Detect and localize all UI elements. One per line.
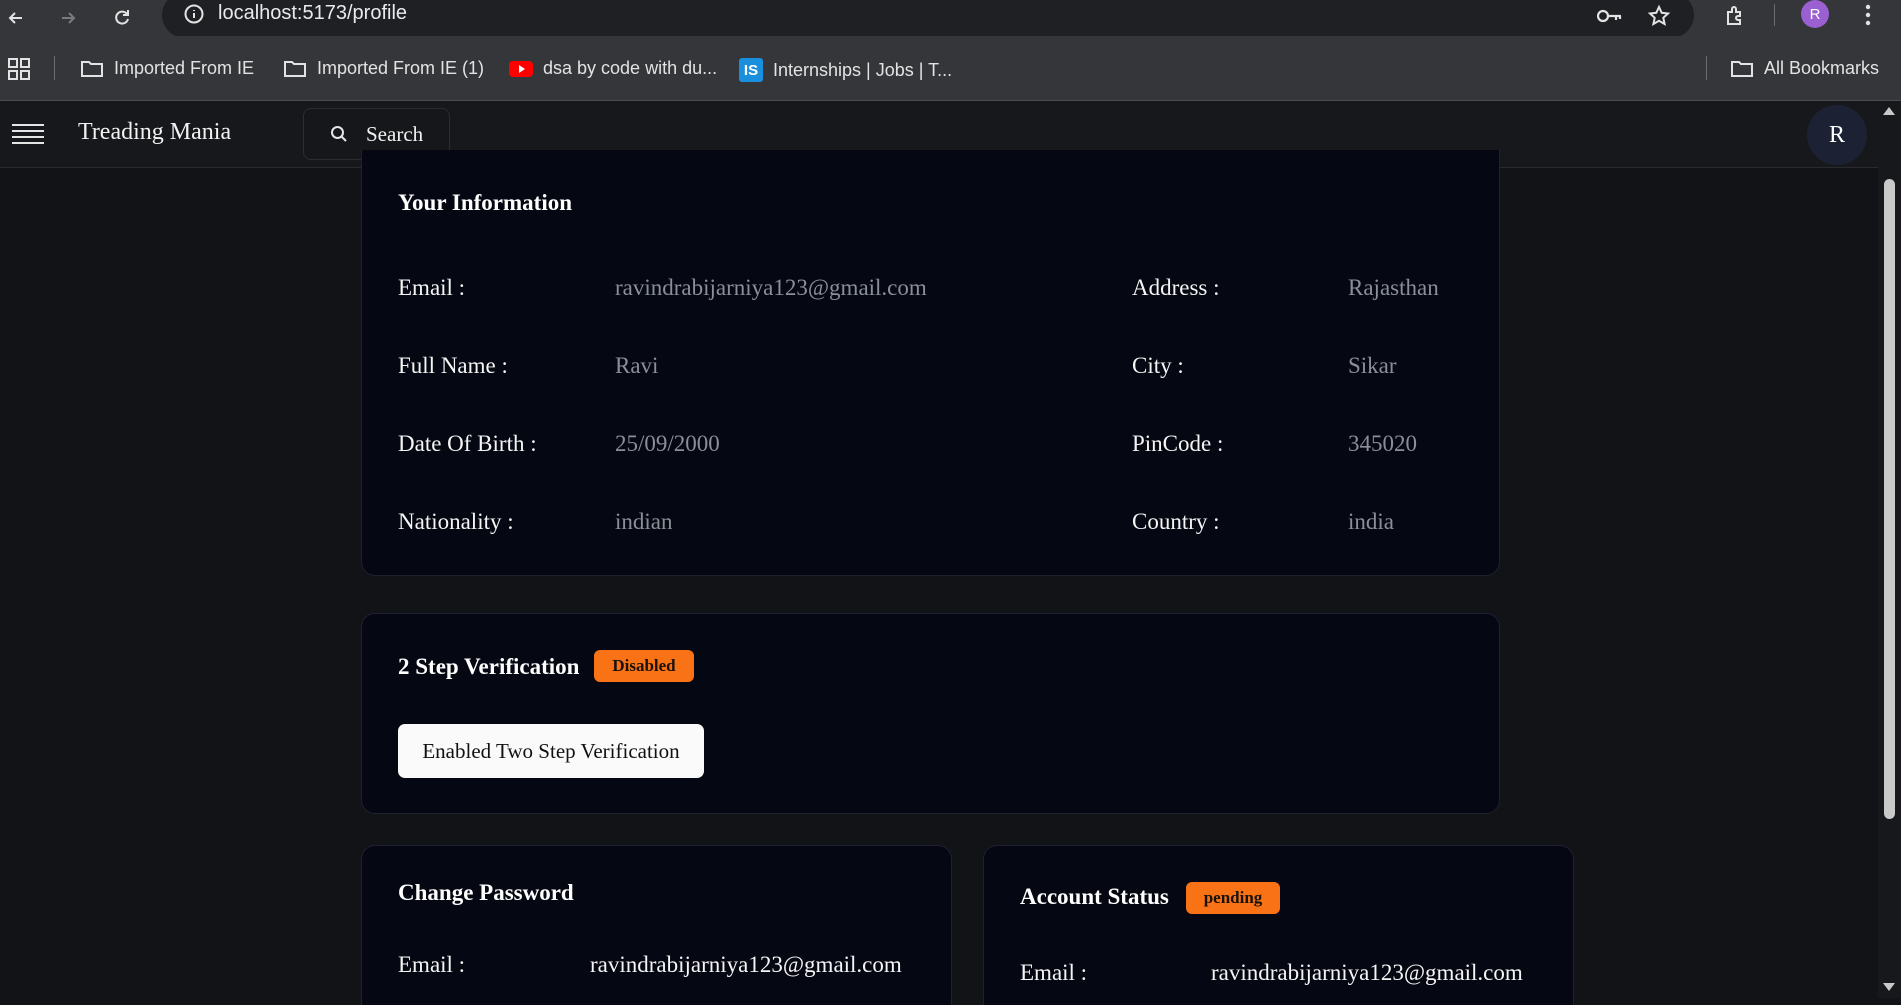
email-value: ravindrabijarniya123@gmail.com [590, 952, 902, 977]
url-text: localhost:5173/profile [218, 2, 408, 24]
folder-icon [81, 60, 103, 77]
hamburger-menu-icon[interactable] [12, 124, 44, 144]
city-value: Sikar [1348, 353, 1397, 378]
email-value: ravindrabijarniya123@gmail.com [1211, 960, 1523, 985]
bookmark-internships[interactable]: IS Internships | Jobs | T... [739, 58, 952, 82]
scroll-up-icon[interactable] [1883, 107, 1895, 115]
bookmark-label: Imported From IE [114, 58, 255, 78]
email-label: Email : [1020, 960, 1088, 985]
apps-grid-icon[interactable] [8, 58, 30, 80]
country-value: india [1348, 509, 1394, 534]
bookmarks-bar: Imported From IE Imported From IE (1) ds… [0, 36, 1901, 101]
change-password-card: Change Password Email : ravindrabijarniy… [361, 845, 952, 1005]
pincode-value: 345020 [1348, 431, 1417, 456]
browser-toolbar: localhost:5173/profile R [0, 0, 1901, 38]
email-label: Email : [398, 952, 466, 977]
key-icon[interactable] [1596, 2, 1624, 30]
youtube-icon [509, 60, 533, 77]
address-value: Rajasthan [1348, 275, 1439, 300]
star-icon[interactable] [1644, 1, 1674, 31]
information-card: Your Information Email : ravindrabijarni… [361, 150, 1500, 576]
browser-profile-avatar[interactable]: R [1801, 0, 1829, 28]
folder-icon [1731, 60, 1753, 77]
change-password-title: Change Password [398, 880, 574, 905]
back-icon[interactable] [2, 4, 30, 32]
information-title: Your Information [398, 190, 573, 215]
all-bookmarks[interactable]: All Bookmarks [1730, 58, 1879, 79]
bookmark-label: Imported From IE (1) [317, 58, 485, 78]
bookmark-imported-ie-1[interactable]: Imported From IE (1) [283, 58, 484, 79]
all-bookmarks-label: All Bookmarks [1764, 58, 1880, 78]
search-label: Search [366, 121, 424, 146]
forward-icon[interactable] [54, 4, 82, 32]
nationality-value: indian [615, 509, 673, 534]
scroll-down-icon[interactable] [1883, 983, 1895, 991]
full-name-label: Full Name : [398, 353, 508, 378]
full-name-value: Ravi [615, 353, 659, 378]
pincode-label: PinCode : [1132, 431, 1224, 456]
search-icon [331, 126, 347, 142]
two-step-title: 2 Step Verification [398, 654, 580, 679]
two-step-card: 2 Step Verification Disabled Enabled Two… [361, 613, 1500, 814]
nationality-label: Nationality : [398, 509, 514, 534]
scroll-thumb[interactable] [1884, 179, 1895, 819]
enable-two-step-button[interactable]: Enabled Two Step Verification [398, 724, 704, 778]
status-badge: Disabled [594, 650, 694, 682]
bookmark-imported-ie[interactable]: Imported From IE [80, 58, 254, 79]
status-badge: pending [1186, 882, 1280, 914]
city-label: City : [1132, 353, 1184, 378]
bookmark-label: Internships | Jobs | T... [773, 59, 953, 80]
scrollbar[interactable] [1878, 101, 1901, 998]
bookmark-label: dsa by code with du... [543, 58, 718, 78]
country-label: Country : [1132, 509, 1220, 534]
reload-icon[interactable] [108, 4, 136, 32]
bookmark-divider [54, 56, 55, 80]
internshala-icon: IS [739, 58, 763, 82]
toolbar-divider [1774, 4, 1775, 26]
menu-dots-icon[interactable] [1858, 0, 1878, 30]
brand-title[interactable]: Treading Mania [78, 119, 231, 146]
dob-value: 25/09/2000 [615, 431, 720, 456]
email-label: Email : [398, 275, 466, 300]
email-value: ravindrabijarniya123@gmail.com [615, 275, 927, 300]
account-status-title: Account Status [1020, 884, 1169, 909]
address-label: Address : [1132, 275, 1220, 300]
bookmark-divider [1706, 56, 1707, 80]
account-status-card: Account Status pending Email : ravindrab… [983, 845, 1574, 1005]
bookmark-dsa[interactable]: dsa by code with du... [509, 58, 717, 79]
extensions-icon[interactable] [1720, 1, 1750, 31]
folder-icon [284, 60, 306, 77]
site-info-icon[interactable] [180, 0, 208, 28]
avatar[interactable]: R [1807, 105, 1867, 165]
dob-label: Date Of Birth : [398, 431, 537, 456]
